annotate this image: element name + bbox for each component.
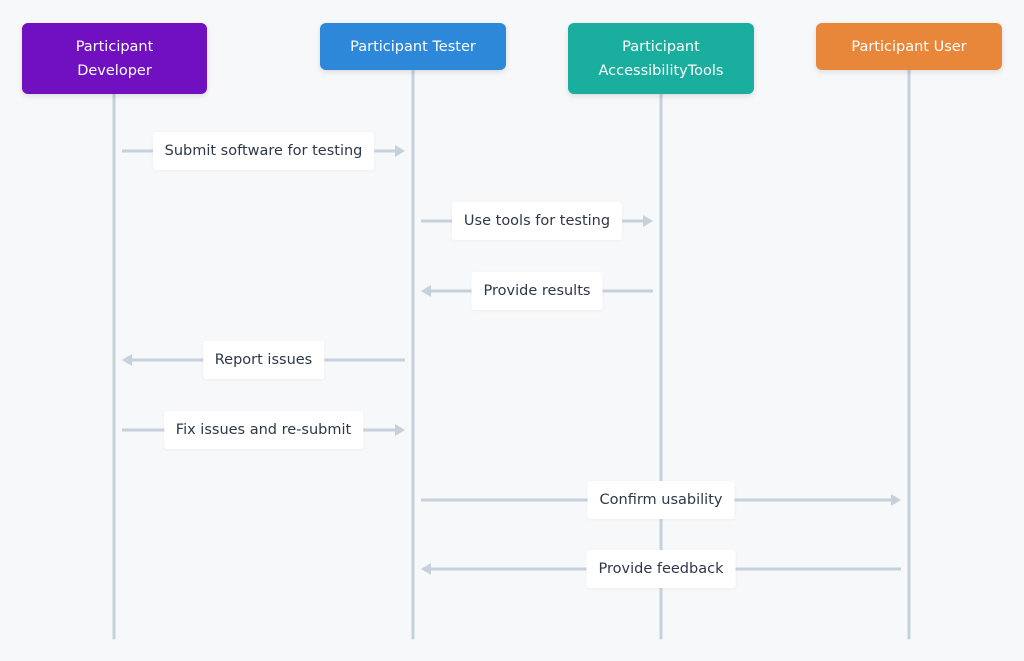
- participant-developer: Participant Developer: [22, 23, 207, 94]
- message-label: Use tools for testing: [451, 202, 623, 240]
- message-label: Submit software for testing: [152, 132, 375, 170]
- message-label: Confirm usability: [587, 481, 735, 519]
- message-label: Report issues: [202, 341, 325, 379]
- message-label: Provide results: [471, 272, 603, 310]
- arrowhead-icon: [395, 424, 405, 436]
- arrowhead-icon: [643, 215, 653, 227]
- arrowhead-icon: [122, 354, 132, 366]
- arrowhead-icon: [891, 494, 901, 506]
- arrowhead-icon: [421, 285, 431, 297]
- participant-user: Participant User: [816, 23, 1002, 70]
- message-label: Provide feedback: [586, 550, 736, 588]
- participant-tester: Participant Tester: [320, 23, 506, 70]
- participant-accessibilitytools: Participant AccessibilityTools: [568, 23, 754, 94]
- arrowhead-icon: [395, 145, 405, 157]
- sequence-diagram-canvas: [112, 68, 911, 640]
- arrowhead-icon: [421, 563, 431, 575]
- message-label: Fix issues and re-submit: [163, 411, 364, 449]
